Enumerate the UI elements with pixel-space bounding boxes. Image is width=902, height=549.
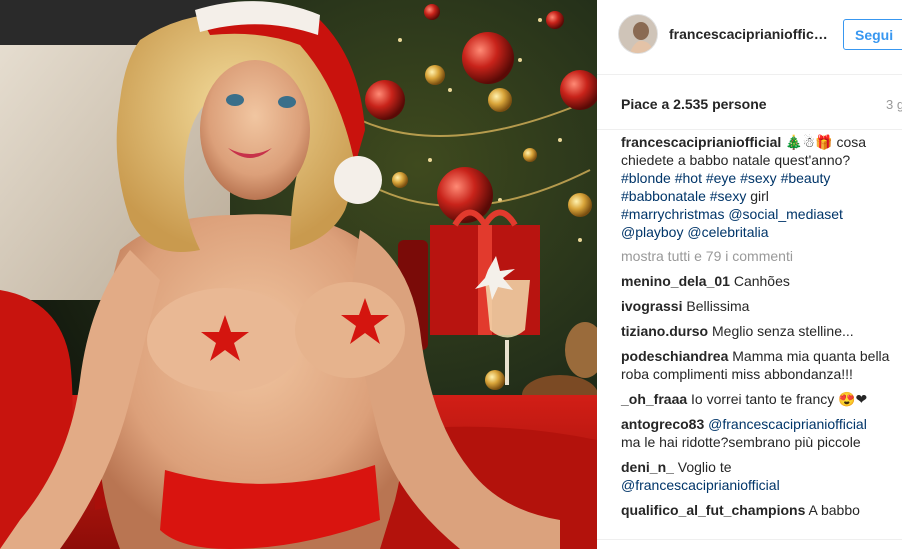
caption-emoji: 🎄☃🎁 bbox=[785, 134, 833, 150]
comment-text: ma le hai ridotte?sembrano più piccole bbox=[621, 434, 861, 450]
post-photo[interactable] bbox=[0, 0, 597, 549]
likes-row: Piace a 2.535 persone 3 g bbox=[597, 74, 902, 130]
likes-count[interactable]: Piace a 2.535 persone bbox=[621, 96, 767, 112]
list-item: podeschiandrea Mamma mia quanta bella ro… bbox=[621, 347, 891, 383]
comments-list: francescaciprianiofficial 🎄☃🎁 cosa chied… bbox=[621, 133, 891, 526]
caption-hashtags-1[interactable]: #blonde #hot #eye #sexy #beauty bbox=[621, 170, 830, 186]
caption-hashtags-4[interactable]: @playboy @celebritalia bbox=[621, 224, 769, 240]
comment-text: Bellissima bbox=[686, 298, 750, 314]
comment-username[interactable]: antogreco83 bbox=[621, 416, 704, 432]
comment-username[interactable]: deni_n_ bbox=[621, 459, 674, 475]
comment-username[interactable]: qualifico_al_fut_champions bbox=[621, 502, 805, 518]
post-timestamp[interactable]: 3 g bbox=[886, 97, 902, 112]
caption-word: girl bbox=[750, 188, 769, 204]
post-sidebar: francescaciprianiofficial Segui Piace a … bbox=[597, 0, 902, 549]
comment-username[interactable]: ivograssi bbox=[621, 298, 682, 314]
list-item: tiziano.durso Meglio senza stelline... bbox=[621, 322, 891, 340]
caption: francescaciprianiofficial 🎄☃🎁 cosa chied… bbox=[621, 133, 891, 241]
profile-photo-icon bbox=[619, 15, 657, 53]
view-all-comments-link[interactable]: mostra tutti e 79 i commenti bbox=[621, 247, 891, 265]
comment-username[interactable]: podeschiandrea bbox=[621, 348, 728, 364]
comment-text: Canhões bbox=[733, 273, 790, 289]
caption-hashtags-2[interactable]: #babbonatale #sexy bbox=[621, 188, 746, 204]
christmas-photo-illustration bbox=[0, 0, 597, 549]
list-item: deni_n_ Voglio te @francescaciprianioffi… bbox=[621, 458, 891, 494]
comment-text: Io vorrei tanto te francy 😍❤ bbox=[691, 391, 868, 407]
list-item: antogreco83 @francescaciprianiofficial m… bbox=[621, 415, 891, 451]
follow-button[interactable]: Segui bbox=[843, 19, 902, 50]
comment-text: A babbo bbox=[808, 502, 860, 518]
comment-box-divider bbox=[597, 539, 902, 549]
avatar[interactable] bbox=[618, 14, 658, 54]
comment-mention[interactable]: @francescaciprianiofficial bbox=[621, 477, 780, 493]
comment-text: Voglio te bbox=[677, 459, 732, 475]
comment-username[interactable]: tiziano.durso bbox=[621, 323, 708, 339]
list-item: qualifico_al_fut_champions A babbo bbox=[621, 501, 891, 519]
username-link[interactable]: francescaciprianiofficial bbox=[669, 26, 829, 42]
list-item: ivograssi Bellissima bbox=[621, 297, 891, 315]
caption-hashtags-3[interactable]: #marrychristmas @social_mediaset bbox=[621, 206, 843, 222]
comment-username[interactable]: menino_dela_01 bbox=[621, 273, 730, 289]
list-item: menino_dela_01 Canhões bbox=[621, 272, 891, 290]
comment-mention[interactable]: @francescaciprianiofficial bbox=[708, 416, 867, 432]
post-header: francescaciprianiofficial Segui bbox=[597, 0, 902, 75]
list-item: _oh_fraaa Io vorrei tanto te francy 😍❤ bbox=[621, 390, 891, 408]
caption-username[interactable]: francescaciprianiofficial bbox=[621, 134, 781, 150]
comment-text: Meglio senza stelline... bbox=[712, 323, 854, 339]
comment-username[interactable]: _oh_fraaa bbox=[621, 391, 687, 407]
